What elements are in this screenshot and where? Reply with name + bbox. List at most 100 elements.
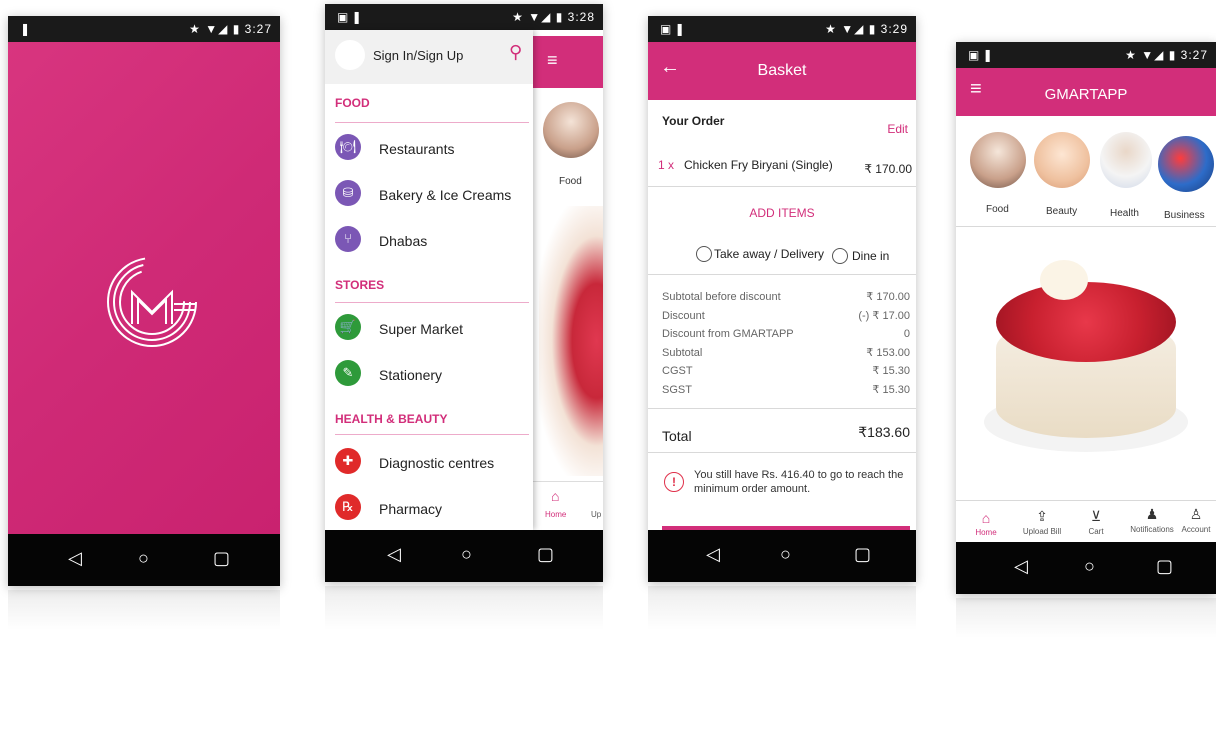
category-health[interactable] <box>1100 132 1152 188</box>
status-time: 3:28 <box>567 10 595 24</box>
divider <box>335 434 529 435</box>
recents-icon[interactable]: ▢ <box>854 544 871 565</box>
notification-icon: ▣ ❚ <box>660 22 685 36</box>
drawer-screen: ▣ ❚ ★ ▼◢ ▮ 3:28 ≡ Food ⌂ Home Up Sign In… <box>325 4 603 582</box>
drawer-item-dhabas[interactable]: Dhabas <box>379 233 427 249</box>
divider <box>648 408 916 409</box>
total-label: Total <box>662 428 692 444</box>
nav-account[interactable]: ♙ Account <box>1176 506 1216 534</box>
category-beauty[interactable] <box>1034 132 1090 188</box>
cake-banner-image[interactable] <box>956 232 1216 500</box>
home-circle-icon[interactable]: ○ <box>1084 556 1095 577</box>
reflection <box>956 598 1216 638</box>
back-icon[interactable]: ◁ <box>68 548 82 569</box>
takeaway-radio[interactable] <box>696 246 712 262</box>
edit-link[interactable]: Edit <box>887 122 908 136</box>
bottom-nav: ⌂ Home ⇪ Upload Bill ⊻ Cart ♟ Notifications … <box>956 502 1216 544</box>
category-health-label[interactable]: Health <box>1110 208 1139 219</box>
upload-nav-label[interactable]: Up <box>591 510 601 519</box>
summary-row: Subtotal ₹ 153.00 <box>662 346 910 359</box>
status-bar: ❚ ★ ▼◢ ▮ 3:27 <box>8 16 280 42</box>
dinein-radio[interactable] <box>832 248 848 264</box>
add-items-button[interactable]: ADD ITEMS <box>648 206 916 220</box>
divider <box>956 500 1216 501</box>
account-icon: ♙ <box>1189 506 1203 522</box>
divider <box>648 186 916 187</box>
notification-icon: ▣ ❚ <box>968 48 993 62</box>
summary-row: Subtotal before discount ₹ 170.00 <box>662 291 910 303</box>
summary-row: CGST ₹ 15.30 <box>662 365 910 377</box>
avatar[interactable] <box>335 40 365 70</box>
total-value: ₹183.60 <box>858 424 910 440</box>
reflection <box>648 586 916 630</box>
section-stores: STORES <box>335 278 385 292</box>
home-circle-icon[interactable]: ○ <box>138 548 149 569</box>
home-circle-icon[interactable]: ○ <box>780 544 791 565</box>
cake-cream <box>1040 260 1088 300</box>
bakery-icon: ⛁ <box>335 180 361 206</box>
back-icon[interactable]: ◁ <box>1014 556 1028 577</box>
recents-icon[interactable]: ▢ <box>213 548 230 569</box>
recents-icon[interactable]: ▢ <box>537 544 554 565</box>
category-food-label[interactable]: Food <box>986 204 1009 215</box>
back-icon[interactable]: ◁ <box>387 544 401 565</box>
recents-icon[interactable]: ▢ <box>1156 556 1173 577</box>
food-label: Food <box>559 176 582 187</box>
notification-icon: ❚ <box>20 22 31 36</box>
home-screen: ▣ ❚ ★ ▼◢ ▮ 3:27 ≡ GMARTAPP Food Beauty H… <box>956 42 1216 594</box>
cart-icon: 🛒 <box>335 314 361 340</box>
section-food: FOOD <box>335 96 370 110</box>
bell-icon: ♟ <box>1145 506 1159 522</box>
takeaway-label[interactable]: Take away / Delivery <box>714 247 824 261</box>
peek-header: ≡ <box>533 36 603 88</box>
dinein-label[interactable]: Dine in <box>852 249 889 263</box>
android-nav-bar: ◁ ○ ▢ <box>648 530 916 582</box>
your-order-label: Your Order <box>662 114 725 128</box>
back-icon[interactable]: ◁ <box>706 544 720 565</box>
home-circle-icon[interactable]: ○ <box>461 544 472 565</box>
home-nav-label[interactable]: Home <box>545 510 566 519</box>
drawer-item-supermarket[interactable]: Super Market <box>379 321 463 337</box>
home-icon[interactable]: ⌂ <box>551 488 559 504</box>
stationery-icon: ✎ <box>335 360 361 386</box>
order-qty: 1 x <box>658 158 675 172</box>
summary-row: Discount from GMARTAPP 0 <box>662 328 910 340</box>
section-health: HEALTH & BEAUTY <box>335 412 448 426</box>
page-title: Basket <box>757 62 807 79</box>
category-beauty-label[interactable]: Beauty <box>1046 206 1077 217</box>
drawer-item-diagnostic[interactable]: Diagnostic centres <box>379 455 494 471</box>
android-nav-bar: ◁ ○ ▢ <box>8 534 280 586</box>
drawer-item-bakery[interactable]: Bakery & Ice Creams <box>379 187 511 203</box>
nav-home[interactable]: ⌂ Home <box>964 510 1008 537</box>
drawer-item-pharmacy[interactable]: Pharmacy <box>379 501 442 517</box>
android-nav-bar: ◁ ○ ▢ <box>325 530 603 582</box>
status-time: 3:27 <box>244 22 272 36</box>
drawer-item-restaurants[interactable]: Restaurants <box>379 141 454 157</box>
nav-upload-bill[interactable]: ⇪ Upload Bill <box>1020 508 1064 536</box>
category-food[interactable] <box>970 132 1026 188</box>
dhaba-icon: ⑂ <box>335 226 361 252</box>
diagnostic-icon: ✚ <box>335 448 361 474</box>
status-icons: ★ ▼◢ ▮ <box>825 22 877 36</box>
status-icons: ★ ▼◢ ▮ <box>189 22 241 36</box>
nav-notifications[interactable]: ♟ Notifications <box>1124 506 1180 534</box>
cake-peek-image <box>539 206 603 476</box>
location-pin-icon[interactable]: ⚲ <box>509 42 522 63</box>
food-category-image[interactable] <box>543 102 599 158</box>
nav-cart[interactable]: ⊻ Cart <box>1074 508 1118 536</box>
home-peek: ≡ Food ⌂ Home Up <box>533 30 603 530</box>
category-business[interactable] <box>1158 136 1214 192</box>
drawer-header: Sign In/Sign Up ⚲ <box>325 30 533 84</box>
notification-icon: ▣ ❚ <box>337 10 362 24</box>
splash-screen: ❚ ★ ▼◢ ▮ 3:27 ◁ ○ ▢ <box>8 16 280 586</box>
upload-icon: ⇪ <box>1036 508 1048 524</box>
divider <box>956 226 1216 227</box>
cart-icon: ⊻ <box>1090 508 1102 524</box>
signin-link[interactable]: Sign In/Sign Up <box>373 48 463 63</box>
min-order-notice: You still have Rs. 416.40 to go to reach… <box>694 469 904 495</box>
menu-icon[interactable]: ≡ <box>547 50 558 71</box>
drawer-item-stationery[interactable]: Stationery <box>379 367 442 383</box>
category-business-label[interactable]: Business <box>1164 210 1205 221</box>
summary-lines: Subtotal before discount ₹ 170.00 Discoun… <box>662 288 910 399</box>
reflection <box>325 586 603 630</box>
